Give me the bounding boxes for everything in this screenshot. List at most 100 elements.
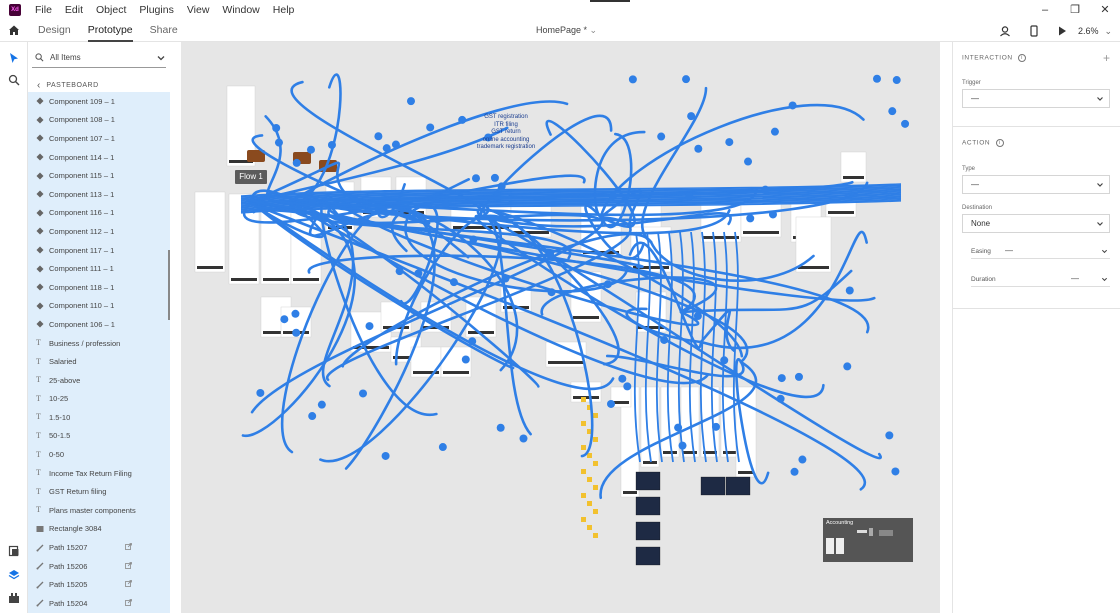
tab-share[interactable]: Share xyxy=(150,20,178,42)
layer-item[interactable]: T Salaried xyxy=(28,352,170,371)
external-link-icon[interactable] xyxy=(125,580,132,588)
layer-item[interactable]: Component 115 – 1 xyxy=(28,166,170,185)
wire-handle xyxy=(872,74,881,83)
layer-item[interactable]: Rectangle 3084 xyxy=(28,520,170,539)
artboard-footer xyxy=(573,316,599,319)
external-link-icon[interactable] xyxy=(125,543,132,551)
user-icon[interactable] xyxy=(999,25,1011,37)
external-link-icon[interactable] xyxy=(125,561,132,569)
text-icon: T xyxy=(36,468,41,478)
plugins-icon[interactable] xyxy=(8,592,20,604)
wire-handle xyxy=(687,112,696,121)
component-icon xyxy=(36,320,44,328)
artboard-footer xyxy=(743,231,779,234)
services-note: GST registration ITR filing GST return o… xyxy=(446,114,566,152)
pasteboard-area[interactable]: Flow 1 GST registration ITR filing GST r… xyxy=(181,42,940,613)
wire-handle xyxy=(628,75,637,84)
play-icon[interactable] xyxy=(1057,25,1067,37)
design-canvas[interactable]: Flow 1 GST registration ITR filing GST r… xyxy=(172,42,952,613)
layer-item[interactable]: Path 15207 xyxy=(28,538,170,557)
assets-icon[interactable] xyxy=(8,545,20,557)
external-link-icon[interactable] xyxy=(125,599,132,606)
duration-row[interactable]: Duration — xyxy=(971,273,1110,287)
wire-handle xyxy=(374,132,383,141)
layer-item[interactable]: T 10-25 xyxy=(28,390,170,409)
wire-handle xyxy=(794,372,803,381)
layer-item[interactable]: T Plans master components xyxy=(28,501,170,520)
layer-item[interactable]: T 1.5-10 xyxy=(28,408,170,427)
menu-object[interactable]: Object xyxy=(96,4,126,16)
restore-icon[interactable]: ❐ xyxy=(1060,0,1090,20)
minimize-icon[interactable]: – xyxy=(1030,0,1060,20)
layer-item[interactable]: Path 15205 xyxy=(28,575,170,594)
layer-item[interactable]: Component 116 – 1 xyxy=(28,204,170,223)
easing-row[interactable]: Easing — xyxy=(971,245,1110,259)
layer-item[interactable]: Component 114 – 1 xyxy=(28,148,170,167)
artboard-footer xyxy=(683,451,697,454)
close-icon[interactable]: ✕ xyxy=(1090,0,1120,20)
component-icon xyxy=(36,97,44,105)
layer-item[interactable]: Path 15204 xyxy=(28,594,170,613)
wire-handle xyxy=(291,309,300,318)
layer-item[interactable]: T 50-1.5 xyxy=(28,427,170,446)
layer-item[interactable]: Component 113 – 1 xyxy=(28,185,170,204)
layers-search[interactable]: All Items xyxy=(32,48,166,68)
dark-artboard xyxy=(725,476,751,496)
easing-value: — xyxy=(1005,246,1013,255)
component-icon xyxy=(36,134,44,142)
pasteboard-header[interactable]: ‹ PASTEBOARD xyxy=(32,78,166,92)
destination-dropdown[interactable]: None xyxy=(962,214,1110,233)
wire-handle xyxy=(274,138,283,147)
layer-item-label: 10-25 xyxy=(49,394,69,404)
menu-file[interactable]: File xyxy=(35,4,52,16)
layer-item[interactable]: Component 110 – 1 xyxy=(28,297,170,316)
layer-item[interactable]: T 25-above xyxy=(28,371,170,390)
layer-item[interactable]: T Income Tax Return Filing xyxy=(28,464,170,483)
wire-handle xyxy=(381,451,390,460)
add-interaction-icon[interactable]: + xyxy=(1103,51,1110,65)
document-title[interactable]: HomePage * ⌄ xyxy=(536,20,597,41)
layer-item[interactable]: Component 107 – 1 xyxy=(28,129,170,148)
accounting-artboard[interactable]: Accounting xyxy=(823,518,913,562)
info-icon[interactable]: i xyxy=(1018,54,1027,62)
menu-help[interactable]: Help xyxy=(273,4,295,16)
menu-window[interactable]: Window xyxy=(222,4,259,16)
mobile-preview-icon[interactable] xyxy=(1029,25,1039,37)
layer-item[interactable]: Component 108 – 1 xyxy=(28,111,170,130)
zoom-icon[interactable] xyxy=(8,74,20,86)
layer-item[interactable]: T GST Return filing xyxy=(28,482,170,501)
tab-design[interactable]: Design xyxy=(38,20,71,42)
layer-item[interactable]: Component 111 – 1 xyxy=(28,259,170,278)
home-icon[interactable] xyxy=(8,24,20,36)
chevron-down-icon[interactable]: ⌄ xyxy=(1104,26,1112,37)
layers-icon[interactable] xyxy=(8,569,20,581)
back-chevron-icon[interactable]: ‹ xyxy=(37,80,40,91)
wire-handle xyxy=(292,328,301,337)
trigger-dropdown[interactable]: — xyxy=(962,89,1110,108)
layer-item[interactable]: Component 117 – 1 xyxy=(28,241,170,260)
menu-view[interactable]: View xyxy=(187,4,210,16)
wire-handle xyxy=(788,101,797,110)
chevron-down-icon[interactable] xyxy=(156,53,166,63)
layers-scrollbar[interactable] xyxy=(168,250,170,320)
chevron-down-icon xyxy=(1097,97,1103,101)
menu-plugins[interactable]: Plugins xyxy=(139,4,173,16)
layer-item[interactable]: T Business / profession xyxy=(28,334,170,353)
select-arrow-icon[interactable] xyxy=(8,52,20,64)
tab-prototype[interactable]: Prototype xyxy=(87,20,133,42)
layer-item[interactable]: Path 15206 xyxy=(28,557,170,576)
layer-item[interactable]: Component 106 – 1 xyxy=(28,315,170,334)
layer-item[interactable]: Component 118 – 1 xyxy=(28,278,170,297)
info-icon[interactable]: i xyxy=(995,139,1004,147)
layer-item[interactable]: Component 112 – 1 xyxy=(28,222,170,241)
menu-edit[interactable]: Edit xyxy=(65,4,83,16)
layer-item[interactable]: Component 109 – 1 xyxy=(28,92,170,111)
type-dropdown[interactable]: — xyxy=(962,175,1110,194)
flow-label[interactable]: Flow 1 xyxy=(235,170,267,184)
component-icon xyxy=(36,116,44,124)
artboard-footer xyxy=(293,278,319,281)
zoom-level[interactable]: 2.6% xyxy=(1078,26,1099,36)
wire-handle xyxy=(308,412,317,421)
layer-item[interactable]: T 0-50 xyxy=(28,445,170,464)
text-icon: T xyxy=(36,486,41,496)
